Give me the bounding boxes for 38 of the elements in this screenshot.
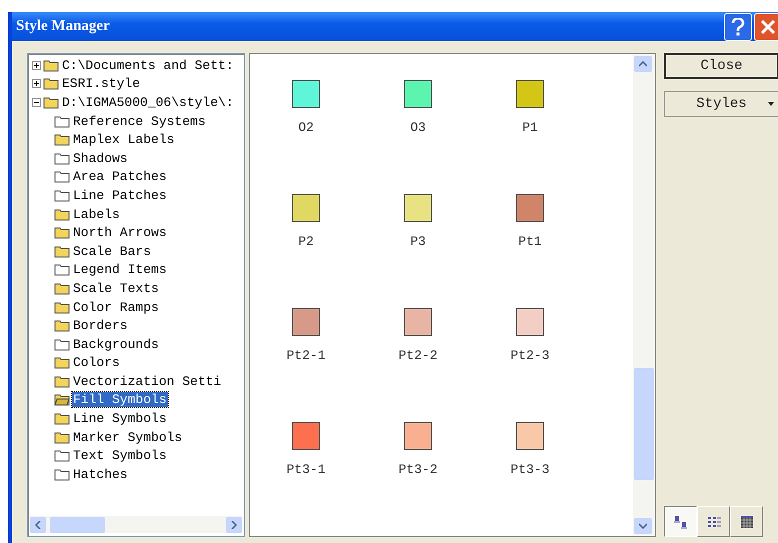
tree-item[interactable]: Maplex Labels [72, 132, 176, 148]
tree-item[interactable]: Vectorization Setti [72, 374, 222, 389]
close-dialog-button[interactable]: Close [664, 53, 778, 79]
symbol-name: P1 [522, 120, 538, 135]
tree-item[interactable]: Fill Symbols [72, 392, 168, 408]
tree-item[interactable]: ESRI.style [61, 76, 142, 92]
symbol-name: Pt3-2 [398, 462, 438, 477]
symbol-name: Pt3-1 [286, 462, 326, 477]
tree-item[interactable]: Scale Texts [72, 280, 160, 296]
tree-item[interactable]: Line Symbols [72, 411, 168, 426]
tree-item[interactable]: C:\Documents and Sett: [61, 58, 235, 73]
tree-item[interactable]: North Arrows [72, 225, 168, 240]
tree-item[interactable]: Scale Bars [72, 244, 152, 259]
styles-menu-button[interactable]: Styles [664, 91, 778, 117]
tree-item[interactable]: Area Patches [72, 169, 168, 184]
symbol-name: Pt1 [518, 234, 542, 249]
tree-item[interactable]: Legend Items [72, 262, 168, 278]
symbol-name: O3 [410, 120, 426, 135]
symbol-name: Pt2-2 [398, 348, 438, 363]
tree-item[interactable]: Shadows [72, 150, 129, 166]
symbol-name: O2 [298, 120, 314, 135]
symbol-name: Pt2-3 [510, 348, 550, 363]
tree-item[interactable]: Marker Symbols [72, 430, 184, 445]
tree-item[interactable]: Reference Systems [72, 114, 207, 129]
tree-item[interactable]: Text Symbols [72, 448, 168, 464]
tree-item[interactable]: Labels [72, 206, 121, 222]
symbol-name: P3 [410, 234, 426, 249]
symbol-name: Pt3-3 [510, 462, 550, 477]
tree-item[interactable]: Colors [72, 355, 121, 370]
symbol-name: P2 [298, 234, 314, 249]
tree-item[interactable]: Line Patches [72, 188, 168, 203]
tree-item[interactable]: Hatches [72, 466, 129, 482]
tree-item[interactable]: Borders [72, 318, 129, 334]
tree-item[interactable]: D:\IGMA5000_06\style\: [61, 94, 235, 110]
symbol-name: Pt2-1 [286, 348, 326, 363]
tree-item[interactable]: Color Ramps [72, 300, 160, 315]
window-title: Style Manager [16, 18, 110, 35]
tree-item[interactable]: Backgrounds [72, 336, 160, 352]
